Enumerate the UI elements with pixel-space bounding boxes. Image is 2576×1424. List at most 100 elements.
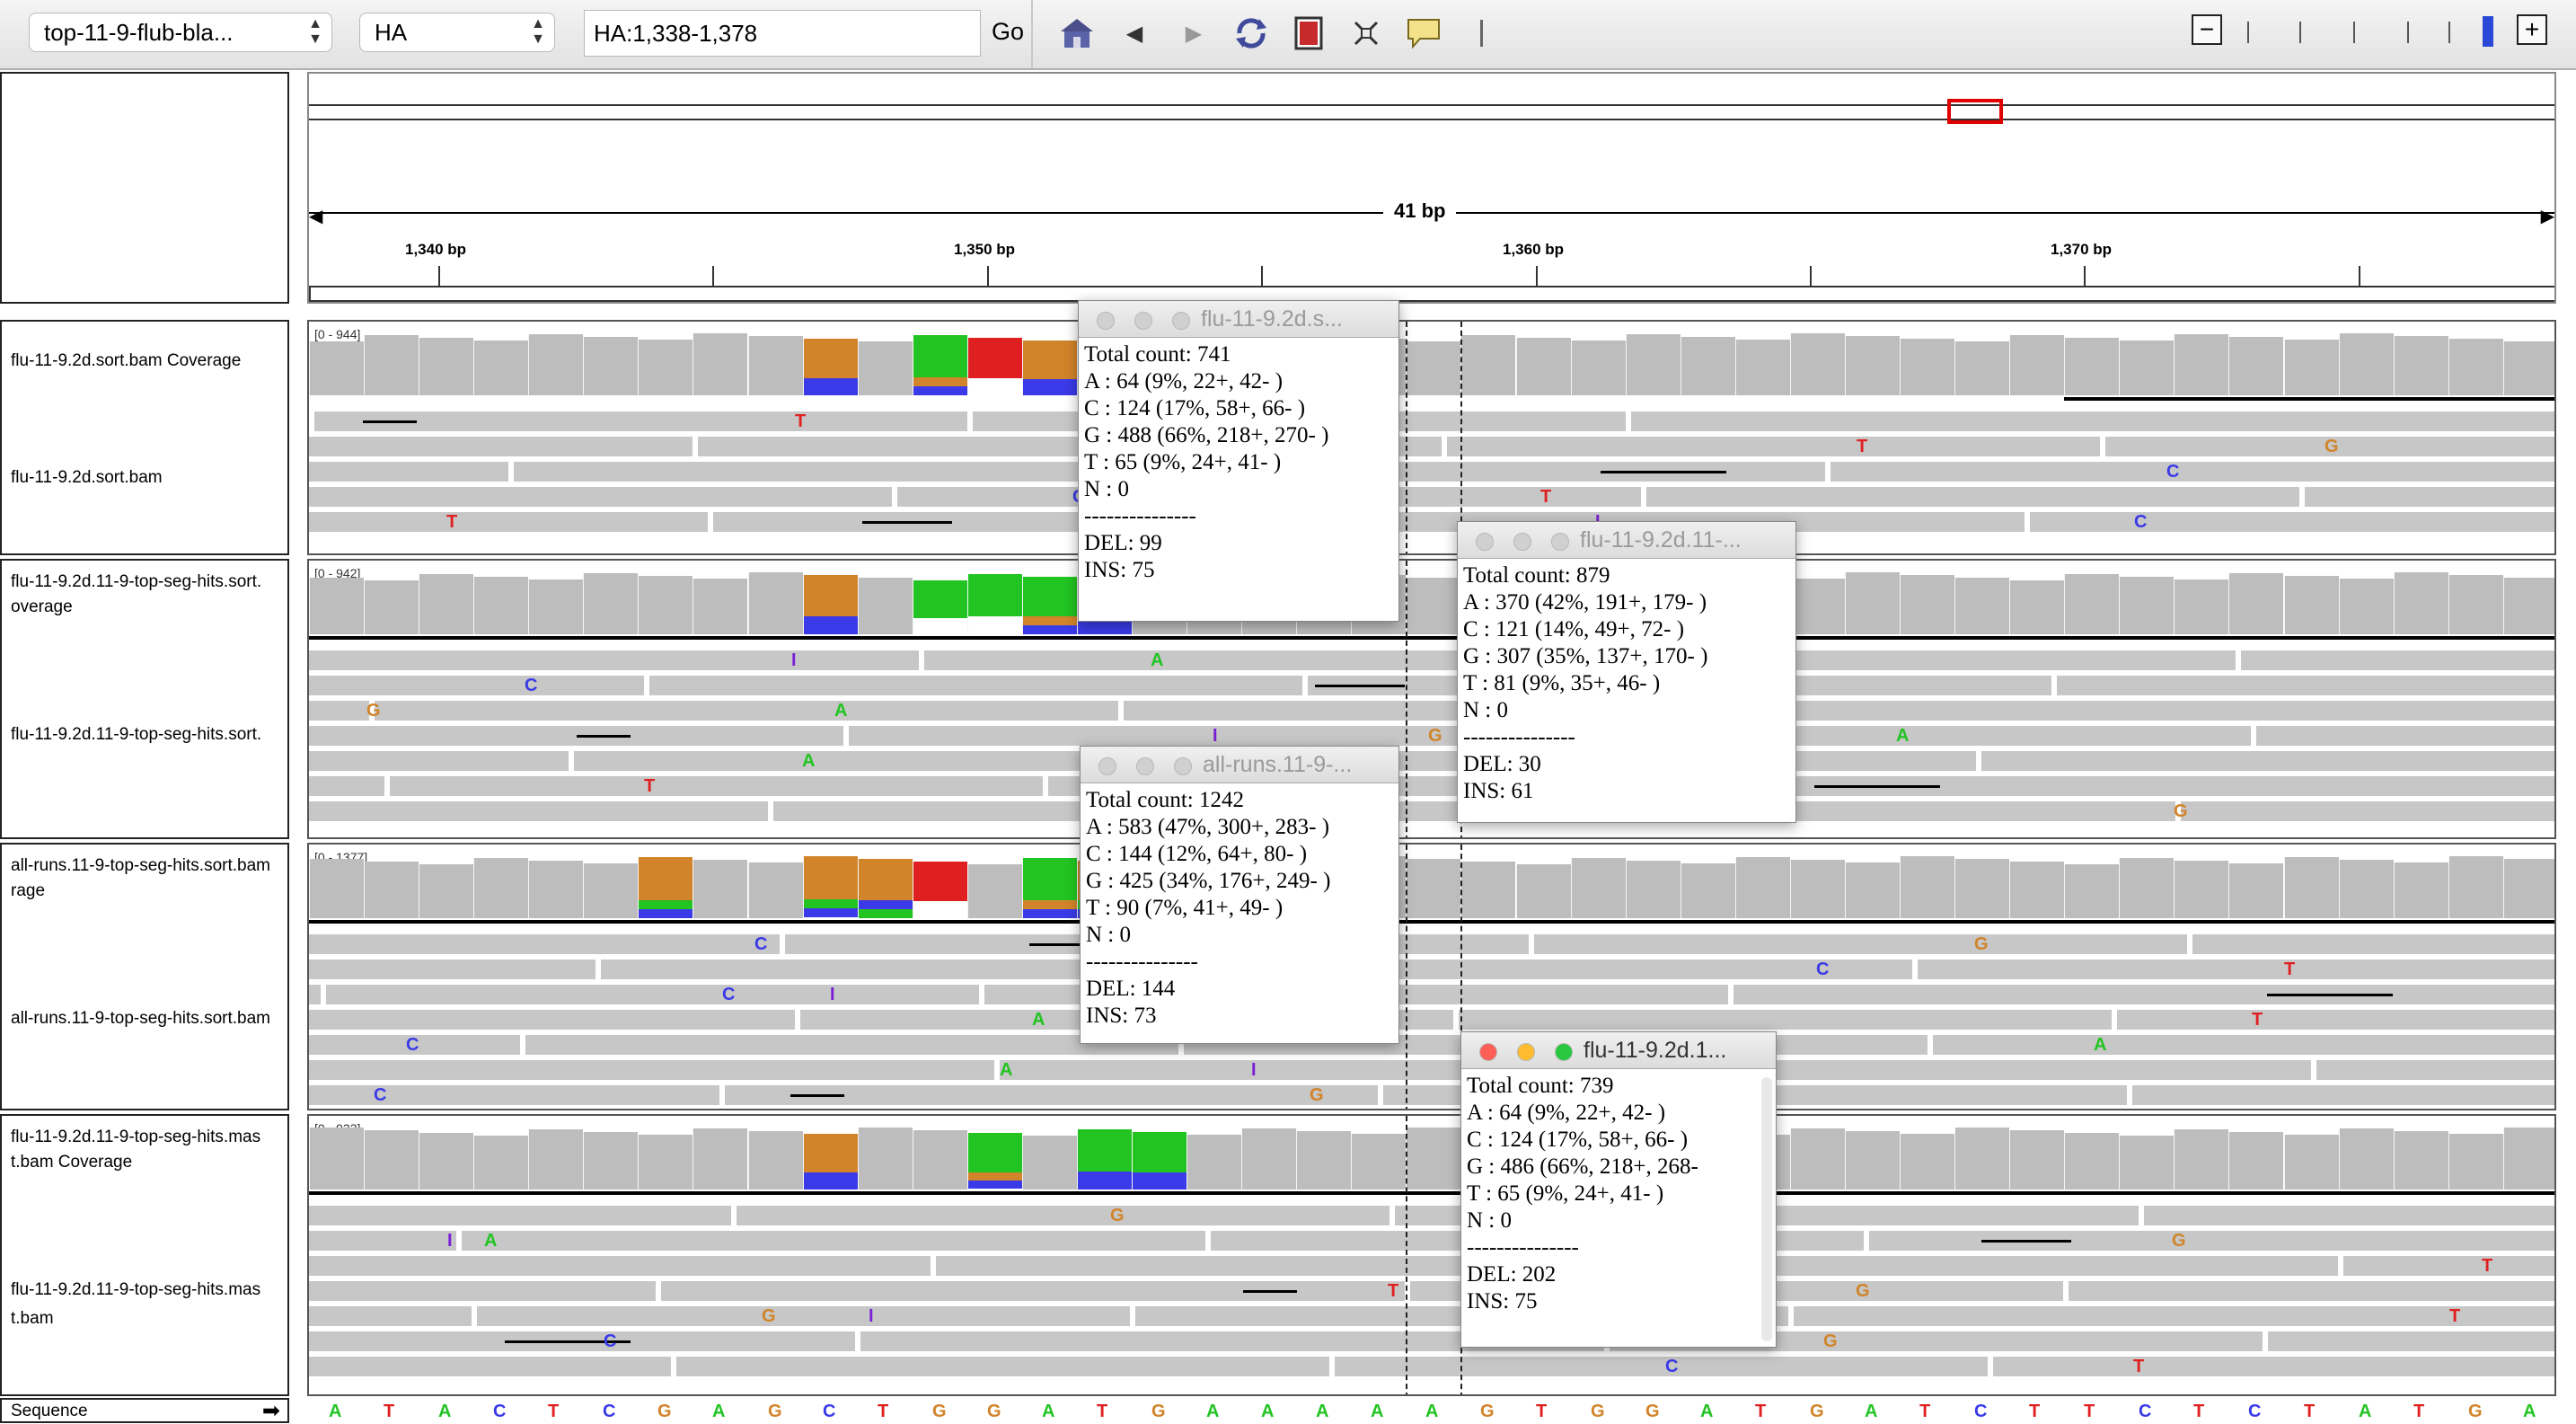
zoom-tick[interactable] (2448, 22, 2450, 43)
coverage-track[interactable] (309, 1121, 2554, 1190)
read-row[interactable]: TG (309, 1281, 2554, 1301)
coverage-bar[interactable] (1022, 1136, 1077, 1190)
zoom-out-button[interactable]: − (2192, 14, 2222, 45)
alignment-track-label[interactable]: flu-11-9.2d.11-9-top-seg-hits.sort. (11, 721, 289, 749)
coverage-bar[interactable] (913, 580, 967, 634)
read-row[interactable]: GAI (309, 726, 2554, 746)
coverage-bar[interactable] (2448, 339, 2503, 395)
zoom-tick[interactable] (2247, 22, 2249, 43)
coverage-bar[interactable] (693, 333, 747, 395)
coverage-bar[interactable] (2503, 859, 2554, 918)
coverage-bar[interactable] (1626, 861, 1681, 918)
coverage-bar[interactable] (2009, 580, 2064, 634)
coverage-bar[interactable] (2448, 575, 2503, 634)
close-button[interactable] (1476, 533, 1494, 551)
coverage-bar[interactable] (2394, 1131, 2448, 1190)
read-row[interactable]: CG (309, 1085, 2554, 1105)
coverage-bar[interactable] (1954, 341, 2009, 395)
coverage-bar[interactable] (2228, 573, 2283, 634)
coverage-bar[interactable] (803, 1134, 858, 1190)
coverage-bar[interactable] (2064, 338, 2119, 395)
chromosome-ideogram[interactable] (309, 104, 2554, 120)
read-row[interactable]: CT (309, 960, 2554, 979)
coverage-bar[interactable] (419, 338, 473, 395)
coverage-bar[interactable] (528, 334, 583, 395)
read-row[interactable]: AC (309, 1035, 2554, 1055)
coverage-bar[interactable] (1022, 577, 1077, 634)
coverage-bar[interactable] (967, 338, 1022, 395)
zoom-tick[interactable] (2407, 22, 2409, 43)
region-of-interest-icon[interactable] (1288, 13, 1329, 54)
back-icon[interactable]: ◀ (1114, 13, 1155, 54)
read-row[interactable]: TGI (309, 437, 2554, 456)
coverage-bar[interactable] (1296, 1131, 1351, 1190)
coverage-bar[interactable] (2119, 858, 2174, 918)
coverage-bar[interactable] (913, 862, 967, 918)
popup-scrollbar[interactable] (1761, 1077, 1772, 1341)
coverage-track-label[interactable]: flu-11-9.2d.sort.bam Coverage (11, 349, 289, 374)
coverage-bar[interactable] (1845, 572, 1900, 634)
read-row[interactable]: TA (309, 1010, 2554, 1030)
coverage-bar[interactable] (638, 1135, 693, 1190)
coverage-bar[interactable] (309, 341, 364, 395)
coverage-bar[interactable] (748, 572, 803, 634)
coverage-bar[interactable] (419, 864, 473, 918)
read-row[interactable]: TGI (309, 1306, 2554, 1326)
coverage-bar[interactable] (913, 335, 967, 395)
coverage-bar[interactable] (2339, 579, 2394, 634)
coverage-bar[interactable] (858, 341, 913, 395)
coverage-bar[interactable] (1735, 340, 1790, 395)
alignment-track-label[interactable]: flu-11-9.2d.11-9-top-seg-hits.mas t.bam (11, 1276, 289, 1333)
zoom-tick[interactable] (2299, 22, 2301, 43)
alignment-count-popup[interactable]: flu-11-9.2d.11-... Total count: 879 A : 37… (1457, 521, 1796, 823)
coverage-bar[interactable] (967, 574, 1022, 634)
coverage-bar[interactable] (309, 578, 364, 634)
coverage-bar[interactable] (2174, 861, 2228, 918)
popup-titlebar[interactable]: flu-11-9.2d.1... (1461, 1032, 1776, 1069)
read-row[interactable]: GAI (309, 1231, 2554, 1251)
coverage-bar[interactable] (473, 341, 528, 395)
read-row[interactable]: TG (309, 776, 2554, 796)
coverage-bar[interactable] (2064, 574, 2119, 634)
genome-select[interactable]: top-11-9-flub-bla... ▲ ▼ (29, 13, 332, 52)
close-button[interactable] (1098, 757, 1116, 775)
coverage-bar[interactable] (1187, 1135, 1241, 1190)
coverage-bar[interactable] (2394, 336, 2448, 395)
coverage-bar[interactable] (2284, 857, 2339, 918)
zoom-in-button[interactable]: + (2517, 14, 2547, 45)
coverage-track-label[interactable]: flu-11-9.2d.11-9-top-seg-hits.sort. over… (11, 570, 289, 620)
coverage-bar[interactable] (2119, 1136, 2174, 1190)
coverage-bar[interactable] (583, 1132, 638, 1190)
coverage-bar[interactable] (858, 859, 913, 918)
read-row[interactable]: CT (309, 1357, 2554, 1376)
coverage-bar[interactable] (2228, 337, 2283, 395)
coverage-bar[interactable] (748, 336, 803, 395)
coverage-bar[interactable] (803, 339, 858, 395)
coverage-bar[interactable] (1845, 336, 1900, 395)
read-row[interactable]: GC (309, 1331, 2554, 1351)
coverage-bar[interactable] (803, 575, 858, 634)
go-button[interactable]: Go (992, 18, 1024, 46)
coverage-bar[interactable] (858, 578, 913, 634)
coverage-bar[interactable] (364, 862, 419, 918)
coverage-bar[interactable] (2394, 572, 2448, 634)
forward-icon[interactable]: ▶ (1173, 13, 1214, 54)
coverage-bar[interactable] (2009, 862, 2064, 918)
coverage-bar[interactable] (1516, 864, 1571, 918)
track-data-panel[interactable]: [0 - 933]GAGAIATTGTGIGCCT (307, 1114, 2556, 1396)
coverage-bar[interactable] (748, 1131, 803, 1190)
coverage-bar[interactable] (2448, 856, 2503, 918)
track-data-panel[interactable]: [0 - 944]TGTGIGCCTCTI (307, 320, 2556, 555)
coverage-bar[interactable] (419, 1133, 473, 1190)
coverage-bar[interactable] (1571, 858, 1626, 918)
coverage-bar[interactable] (1790, 860, 1845, 918)
coverage-bar[interactable] (2228, 1132, 2283, 1190)
coverage-bar[interactable] (913, 1130, 967, 1190)
coverage-bar[interactable] (2284, 340, 2339, 395)
read-row[interactable]: TG (309, 411, 2554, 431)
coverage-bar[interactable] (693, 579, 747, 634)
alignment-track-label[interactable]: all-runs.11-9-top-seg-hits.sort.bam (11, 1004, 289, 1033)
zoom-tick[interactable] (2353, 22, 2355, 43)
coverage-bar[interactable] (1406, 341, 1460, 395)
coverage-bar[interactable] (583, 863, 638, 918)
